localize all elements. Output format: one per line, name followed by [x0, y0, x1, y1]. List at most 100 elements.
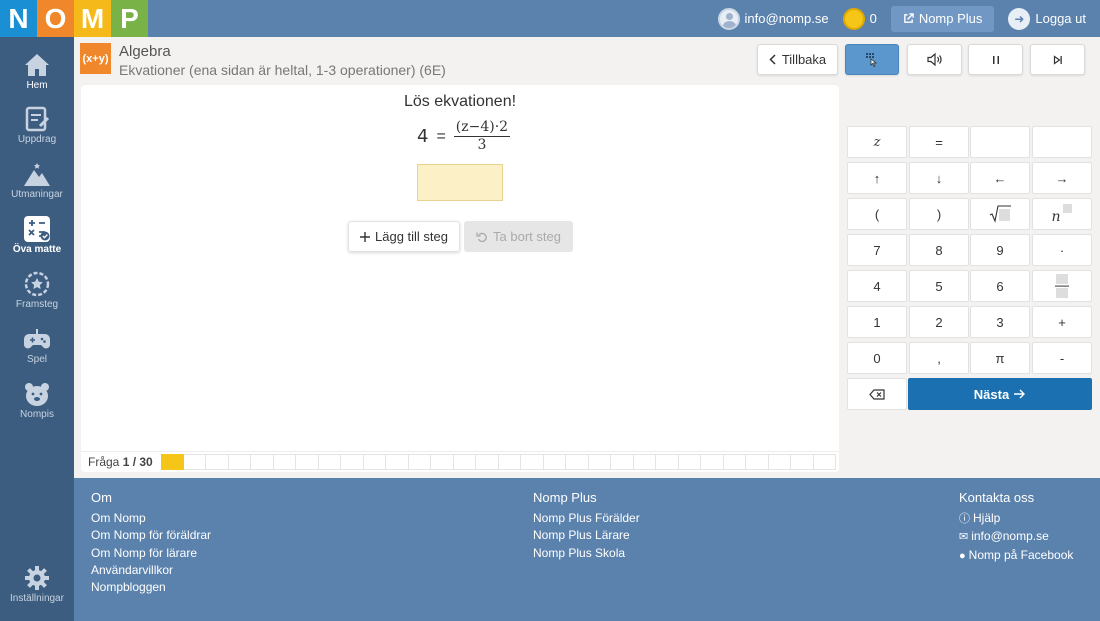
- key[interactable]: (: [847, 198, 907, 230]
- key[interactable]: 5: [909, 270, 969, 302]
- skip-button[interactable]: [1030, 44, 1085, 75]
- progress-icon: [23, 271, 51, 297]
- progress-cell: [746, 454, 769, 470]
- footer-link[interactable]: Nomp Plus Lärare: [533, 527, 640, 544]
- key[interactable]: 9: [970, 234, 1030, 266]
- keypad-toggle-button[interactable]: [845, 44, 899, 75]
- key[interactable]: →: [1032, 162, 1092, 194]
- page-subtitle: Ekvationer (ena sidan är heltal, 1-3 ope…: [119, 62, 446, 78]
- footer-link[interactable]: Nompbloggen: [91, 579, 211, 596]
- footer-link-facebook[interactable]: ● Nomp på Facebook: [959, 547, 1073, 565]
- answer-input[interactable]: [417, 164, 503, 201]
- footer-link[interactable]: Nomp Plus Skola: [533, 545, 640, 562]
- fraction-icon: [1055, 274, 1069, 298]
- user-account[interactable]: info@nomp.se: [717, 7, 829, 30]
- key[interactable]: 2: [909, 306, 969, 338]
- progress-cell: [228, 454, 251, 470]
- sidebar-item-ova-matte[interactable]: Öva matte: [0, 216, 74, 268]
- add-step-label: Lägg till steg: [375, 229, 448, 244]
- top-bar: N O M P info@nomp.se 0 Nomp Plus ➜ Logga…: [0, 0, 1100, 37]
- sidebar-item-installningar[interactable]: Inställningar: [0, 565, 74, 617]
- key-empty[interactable]: [1032, 126, 1092, 158]
- sidebar-item-hem[interactable]: Hem: [0, 52, 74, 104]
- skip-icon: [1053, 54, 1062, 65]
- remove-step-button[interactable]: Ta bort steg: [464, 221, 573, 252]
- logo-letter: P: [111, 0, 148, 37]
- progress-bar: Fråga 1 / 30: [81, 451, 839, 472]
- footer-col-kontakt: Kontakta oss ⓘ Hjälp ✉ info@nomp.se ● Nomp …: [959, 490, 1073, 565]
- key[interactable]: ↓: [909, 162, 969, 194]
- sidebar-item-uppdrag[interactable]: Uppdrag: [0, 106, 74, 158]
- next-button[interactable]: Nästa: [908, 378, 1092, 410]
- sidebar-item-label: Öva matte: [12, 244, 62, 255]
- sidebar-item-framsteg[interactable]: Framsteg: [0, 271, 74, 323]
- key[interactable]: ↑: [847, 162, 907, 194]
- coin-counter: 0: [842, 7, 877, 30]
- sidebar-item-label: Inställningar: [10, 593, 64, 604]
- key-empty[interactable]: [970, 126, 1030, 158]
- key[interactable]: ←: [970, 162, 1030, 194]
- coin-icon: [842, 7, 865, 30]
- key[interactable]: 0: [847, 342, 907, 374]
- nomp-logo[interactable]: N O M P: [0, 0, 148, 37]
- footer-link[interactable]: Om Nomp för föräldrar: [91, 527, 211, 544]
- progress-cell: [656, 454, 679, 470]
- logout-label: Logga ut: [1035, 11, 1086, 26]
- nomp-plus-button[interactable]: Nomp Plus: [890, 5, 995, 32]
- progress-cell: [161, 454, 184, 470]
- key[interactable]: +: [1032, 306, 1092, 338]
- key[interactable]: 8: [909, 234, 969, 266]
- key-sqrt[interactable]: √: [970, 198, 1030, 230]
- progress-cell: [431, 454, 454, 470]
- sidebar-item-spel[interactable]: Spel: [0, 326, 74, 378]
- footer-link[interactable]: Om Nomp för lärare: [91, 545, 211, 562]
- key[interactable]: ): [909, 198, 969, 230]
- arrow-right-icon: [1014, 389, 1026, 399]
- key[interactable]: z: [847, 126, 907, 158]
- sidebar-item-label: Utmaningar: [11, 189, 63, 200]
- footer-link-help[interactable]: ⓘ Hjälp: [959, 510, 1073, 528]
- key[interactable]: -: [1032, 342, 1092, 374]
- key[interactable]: 7: [847, 234, 907, 266]
- key[interactable]: 6: [970, 270, 1030, 302]
- key[interactable]: ,: [909, 342, 969, 374]
- sidebar-item-nompis[interactable]: Nompis: [0, 381, 74, 433]
- footer-link[interactable]: Nomp Plus Förälder: [533, 510, 640, 527]
- back-button[interactable]: Tillbaka: [757, 44, 838, 75]
- sound-button[interactable]: [907, 44, 962, 75]
- question-card: Lös ekvationen! 4 = (z−4)·2 3 Lägg till …: [81, 85, 839, 472]
- footer-link-email[interactable]: ✉ info@nomp.se: [959, 528, 1073, 546]
- nomp-plus-label: Nomp Plus: [918, 11, 983, 26]
- key-fraction[interactable]: [1032, 270, 1092, 302]
- footer-link[interactable]: Användarvillkor: [91, 562, 211, 579]
- sidebar-item-utmaningar[interactable]: Utmaningar: [0, 161, 74, 213]
- footer-heading: Om: [91, 490, 112, 505]
- key[interactable]: 3: [970, 306, 1030, 338]
- footer-link[interactable]: Om Nomp: [91, 510, 211, 527]
- backspace-icon: [869, 388, 885, 400]
- key-power[interactable]: n: [1032, 198, 1092, 230]
- key[interactable]: 1: [847, 306, 907, 338]
- logout-button[interactable]: ➜ Logga ut: [1008, 7, 1086, 30]
- key[interactable]: ·: [1032, 234, 1092, 266]
- progress-cell: [723, 454, 746, 470]
- sidebar-item-label: Framsteg: [15, 299, 59, 310]
- key[interactable]: =: [909, 126, 969, 158]
- progress-cells: [161, 454, 836, 470]
- assignment-icon: [23, 106, 51, 132]
- home-icon: [23, 52, 51, 78]
- equation-equals: =: [436, 127, 446, 145]
- sidebar-item-label: Nompis: [20, 409, 54, 420]
- progress-cell: [588, 454, 611, 470]
- progress-cell: [701, 454, 724, 470]
- progress-cell: [206, 454, 229, 470]
- key[interactable]: 4: [847, 270, 907, 302]
- add-step-button[interactable]: Lägg till steg: [348, 221, 460, 252]
- backspace-button[interactable]: [847, 378, 907, 410]
- sidebar-item-label: Hem: [26, 80, 48, 91]
- gamepad-icon: [23, 326, 51, 352]
- equation-fraction: (z−4)·2 3: [453, 119, 511, 154]
- key[interactable]: π: [970, 342, 1030, 374]
- progress-cell: [251, 454, 274, 470]
- pause-button[interactable]: [968, 44, 1023, 75]
